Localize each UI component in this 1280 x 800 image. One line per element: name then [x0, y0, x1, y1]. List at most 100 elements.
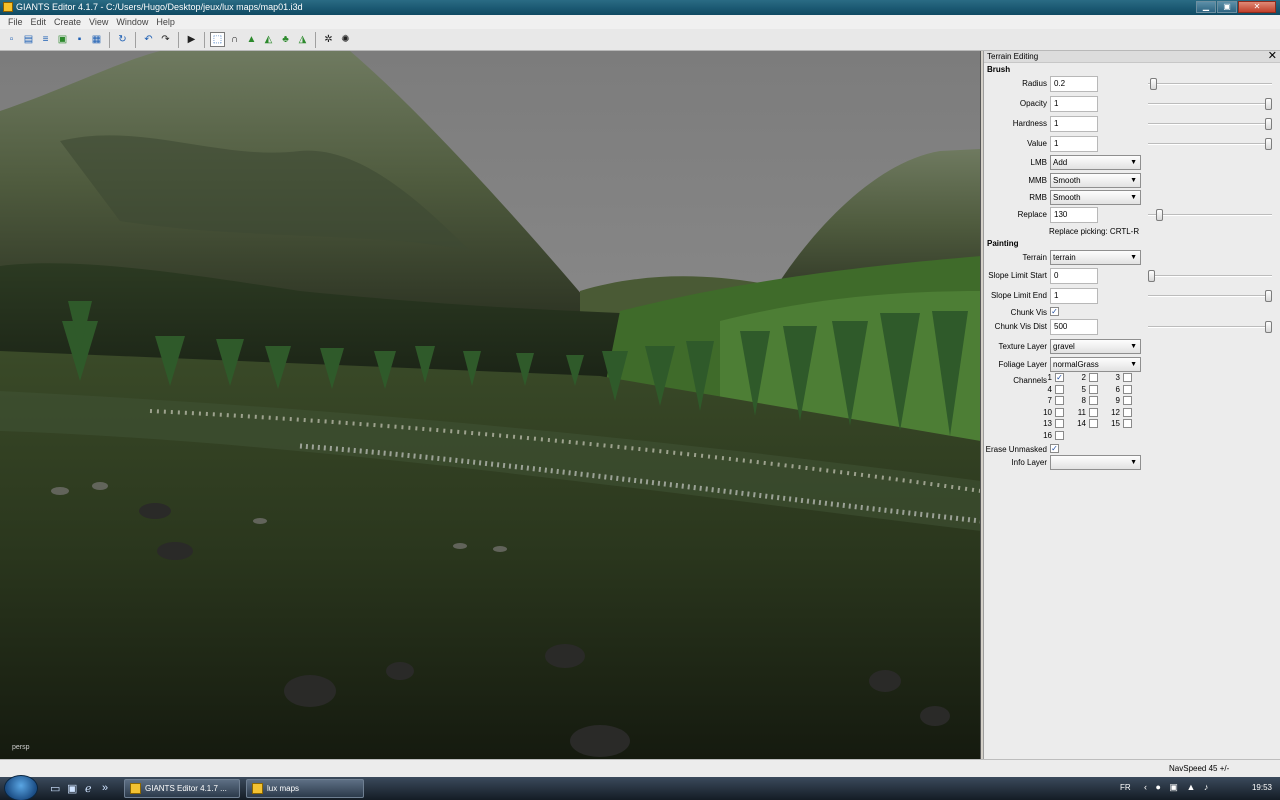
menu-edit[interactable]: Edit — [27, 15, 51, 29]
texture-layer-select[interactable]: gravel ▼ — [1050, 339, 1141, 354]
rmb-select[interactable]: Smooth ▼ — [1050, 190, 1141, 205]
replace-slider[interactable] — [1148, 209, 1272, 221]
menu-window[interactable]: Window — [112, 15, 152, 29]
opacity-slider-thumb[interactable] — [1265, 98, 1272, 110]
language-indicator[interactable]: FR — [1120, 783, 1131, 792]
minimize-button[interactable]: ▁ — [1196, 1, 1216, 13]
hardness-slider[interactable] — [1148, 118, 1272, 130]
close-panel-icon[interactable]: ✕ — [1268, 50, 1277, 62]
import-icon[interactable]: ▣ — [55, 32, 70, 47]
channel-checkbox[interactable] — [1089, 396, 1098, 405]
toolbar-separator — [204, 31, 205, 48]
taskbar-lux-maps[interactable]: lux maps — [246, 779, 364, 798]
foliage-layer-select[interactable]: normalGrass ▼ — [1050, 357, 1141, 372]
rmb-row: RMB Smooth ▼ — [984, 190, 1280, 206]
hardness-input[interactable]: 1 — [1050, 116, 1098, 132]
taskbar-giants-editor[interactable]: GIANTS Editor 4.1.7 ... — [124, 779, 240, 798]
select-tool-icon[interactable]: ⬚ — [210, 32, 225, 47]
terrain-detail-icon[interactable]: ◮ — [295, 32, 310, 47]
slope-end-input[interactable]: 1 — [1050, 288, 1098, 304]
new-file-icon[interactable]: ▫ — [4, 32, 19, 47]
lmb-label: LMB — [1030, 158, 1047, 167]
channel-checkbox[interactable]: ✓ — [1055, 373, 1064, 382]
channel-checkbox[interactable] — [1123, 384, 1132, 394]
channel-checkbox[interactable] — [1089, 373, 1098, 382]
terrain-select[interactable]: terrain ▼ — [1050, 250, 1141, 265]
3d-viewport[interactable]: persp — [0, 51, 981, 759]
replace-row: Replace 130 — [984, 207, 1280, 223]
slope-start-input[interactable]: 0 — [1050, 268, 1098, 284]
terrain-sculpt-icon[interactable]: ▲ — [244, 32, 259, 47]
radius-slider-thumb[interactable] — [1150, 78, 1157, 90]
channel-checkbox[interactable] — [1055, 384, 1064, 394]
channel-checkbox[interactable] — [1123, 373, 1132, 382]
chunk-vis-dist-slider-thumb[interactable] — [1265, 321, 1272, 333]
erase-unmasked-checkbox[interactable]: ✓ — [1050, 444, 1059, 453]
channel-checkbox[interactable] — [1089, 419, 1098, 428]
move-tool-icon[interactable]: ∩ — [227, 32, 242, 47]
replace-input[interactable]: 130 — [1050, 207, 1098, 223]
channel-checkbox[interactable] — [1123, 419, 1132, 428]
settings-icon[interactable]: ✲ — [321, 32, 336, 47]
channel-number: 4 — [1047, 384, 1052, 394]
slope-end-slider-thumb[interactable] — [1265, 290, 1272, 302]
maximize-button[interactable]: ▣ — [1217, 1, 1237, 13]
menu-create[interactable]: Create — [50, 15, 85, 29]
value-label: Value — [1027, 139, 1047, 148]
lmb-select[interactable]: Add ▼ — [1050, 155, 1141, 170]
save-as-icon[interactable]: ▦ — [89, 32, 104, 47]
clock[interactable]: 19:53 — [1252, 783, 1272, 792]
save-icon[interactable]: ▪ — [72, 32, 87, 47]
slope-start-slider[interactable] — [1148, 270, 1272, 282]
hardness-slider-thumb[interactable] — [1265, 118, 1272, 130]
script-icon[interactable]: ≡ — [38, 32, 53, 47]
radius-slider[interactable] — [1148, 78, 1272, 90]
internet-explorer-icon[interactable]: ℯ — [85, 782, 92, 795]
settings-alt-icon[interactable]: ✺ — [338, 32, 353, 47]
channel-checkbox[interactable] — [1123, 407, 1132, 417]
menu-view[interactable]: View — [85, 15, 112, 29]
hardness-label: Hardness — [1012, 119, 1047, 128]
quick-launch-more-icon[interactable]: » — [102, 782, 108, 794]
undo-icon[interactable]: ↶ — [141, 32, 156, 47]
chunk-vis-dist-input[interactable]: 500 — [1050, 319, 1098, 335]
channel-checkbox[interactable] — [1055, 396, 1064, 405]
replace-slider-thumb[interactable] — [1156, 209, 1163, 221]
show-desktop-icon[interactable]: ▭ — [50, 782, 60, 795]
channel-checkbox[interactable] — [1123, 396, 1132, 405]
tray-icons[interactable]: ‹ ● ▣ ▲ ♪ — [1144, 782, 1211, 793]
close-window-button[interactable]: ✕ — [1238, 1, 1276, 13]
value-slider[interactable] — [1148, 138, 1272, 150]
terrain-paint-icon[interactable]: ◭ — [261, 32, 276, 47]
channel-checkbox[interactable] — [1055, 419, 1064, 428]
menu-file[interactable]: File — [4, 15, 27, 29]
redo-icon[interactable]: ↷ — [158, 32, 173, 47]
menu-help[interactable]: Help — [152, 15, 179, 29]
foliage-layer-row: Foliage Layer normalGrass ▼ — [984, 357, 1280, 373]
channel-checkbox[interactable] — [1055, 407, 1064, 417]
channel-checkbox[interactable] — [1089, 384, 1098, 394]
opacity-input[interactable]: 1 — [1050, 96, 1098, 112]
channel-8: 8 — [1066, 396, 1100, 407]
value-input[interactable]: 1 — [1050, 136, 1098, 152]
foliage-paint-icon[interactable]: ♣ — [278, 32, 293, 47]
channel-3: 3 — [1100, 373, 1134, 384]
opacity-slider[interactable] — [1148, 98, 1272, 110]
mmb-select[interactable]: Smooth ▼ — [1050, 173, 1141, 188]
channel-checkbox[interactable] — [1055, 430, 1064, 440]
slope-end-slider[interactable] — [1148, 290, 1272, 302]
slope-start-row: Slope Limit Start 0 — [984, 268, 1280, 284]
switch-windows-icon[interactable]: ▣ — [67, 782, 77, 795]
value-slider-thumb[interactable] — [1265, 138, 1272, 150]
open-file-icon[interactable]: ▤ — [21, 32, 36, 47]
slope-start-slider-thumb[interactable] — [1148, 270, 1155, 282]
giants-app-icon — [3, 2, 13, 12]
chunk-vis-dist-slider[interactable] — [1148, 321, 1272, 333]
start-button[interactable] — [4, 775, 38, 800]
chunk-vis-checkbox[interactable]: ✓ — [1050, 307, 1059, 316]
radius-input[interactable]: 0.2 — [1050, 76, 1098, 92]
channel-checkbox[interactable] — [1089, 407, 1098, 417]
play-icon[interactable]: ▶ — [184, 32, 199, 47]
info-layer-select[interactable]: ▼ — [1050, 455, 1141, 470]
refresh-icon[interactable]: ↻ — [115, 32, 130, 47]
